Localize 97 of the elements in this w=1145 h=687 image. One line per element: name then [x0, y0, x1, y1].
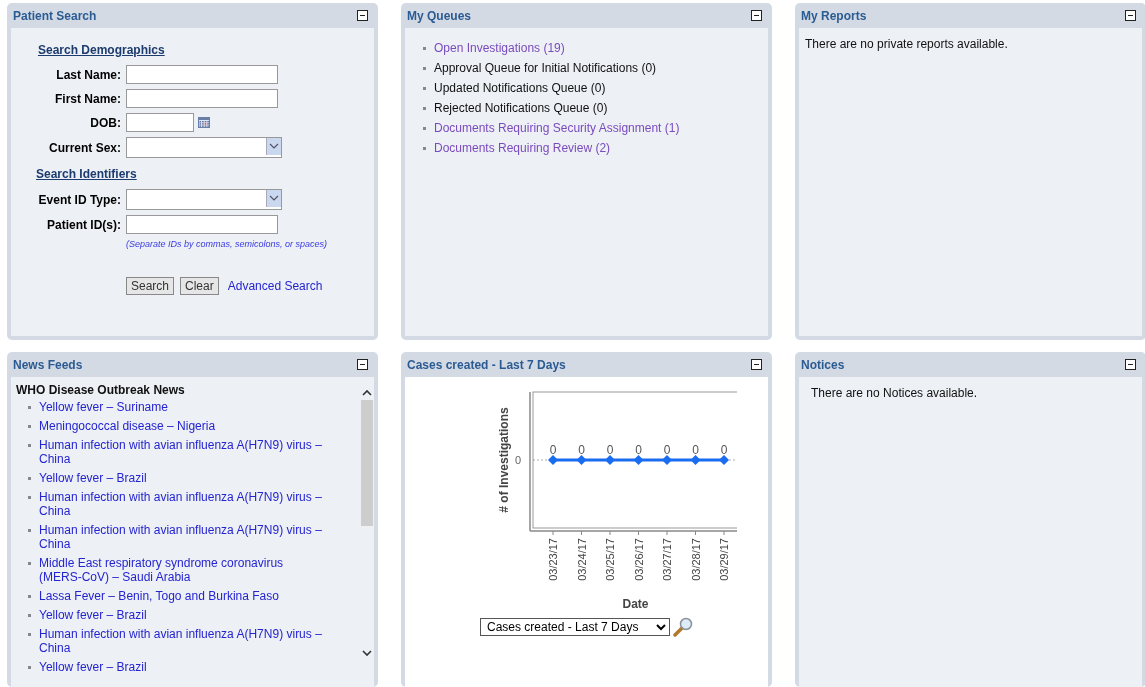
date-field[interactable]	[126, 113, 194, 132]
section-heading: Search Identifiers	[36, 167, 137, 181]
message-text: There are no Notices available.	[810, 385, 979, 400]
axis-label: 03/29/17	[717, 538, 730, 581]
news-link[interactable]: Human infection with avian influenza A(H7N9) virus – China	[39, 490, 328, 518]
queue-label: Approval Queue for Initial Notifications (0)	[434, 61, 657, 75]
search-icon[interactable]	[673, 617, 693, 637]
data-point	[576, 455, 586, 465]
axis-label: 03/23/17	[546, 538, 559, 581]
queue-label: Updated Notifications Queue (0)	[434, 81, 606, 95]
field-label: Event ID Type:	[37, 192, 122, 207]
feed-title: WHO Disease Outbreak News	[16, 383, 186, 397]
message-text: There are no private reports available.	[804, 36, 1009, 51]
bullet-icon	[423, 86, 426, 90]
bullet-icon	[423, 146, 426, 150]
data-label: 0	[634, 443, 642, 457]
bullet-icon	[28, 444, 31, 447]
bullet-icon	[28, 614, 31, 617]
panel-title: My Reports	[801, 8, 867, 23]
data-point	[604, 455, 615, 465]
panel-title: Cases created - Last 7 Days	[407, 357, 566, 372]
field-label: Last Name:	[55, 67, 122, 82]
axis-label: 03/26/17	[632, 538, 644, 581]
axis-title: # of Investigations	[496, 407, 511, 513]
bullet-icon	[28, 406, 31, 409]
bullet-icon	[423, 46, 426, 50]
bullet-icon	[28, 496, 31, 499]
bullet-icon	[423, 126, 426, 130]
field-label: Current Sex:	[47, 140, 122, 155]
panel-title: Notices	[801, 357, 845, 372]
scroll-down-icon	[362, 650, 372, 657]
minimize-icon[interactable]	[1125, 359, 1136, 370]
input-field[interactable]	[126, 65, 278, 84]
section-heading: Search Demographics	[38, 43, 165, 57]
panel-title: My Queues	[407, 8, 472, 23]
queue-label: Rejected Notifications Queue (0)	[434, 101, 608, 115]
bullet-icon	[28, 633, 31, 636]
scrollbar-thumb[interactable]	[361, 400, 373, 526]
minimize-icon[interactable]	[751, 359, 762, 370]
bullet-icon	[423, 66, 426, 70]
data-label: 0	[720, 443, 727, 457]
news-link[interactable]: Human infection with avian influenza A(H7N9) virus – China	[39, 523, 328, 551]
scroll-up-icon	[362, 389, 372, 396]
axis-label: 03/27/17	[660, 538, 673, 581]
news-link[interactable]: Human infection with avian influenza A(H7N9) virus – China	[39, 438, 328, 466]
input-field[interactable]	[126, 89, 278, 108]
minimize-icon[interactable]	[751, 10, 762, 21]
bullet-icon	[28, 666, 31, 669]
panel-title: News Feeds	[13, 357, 83, 372]
form-button[interactable]: Clear	[180, 277, 219, 295]
news-link[interactable]: Middle East respiratory syndrome coronavirus (MERS-CoV) – Saudi Arabia	[39, 556, 328, 584]
bullet-icon	[28, 529, 31, 532]
data-label: 0	[606, 443, 613, 457]
bullet-icon	[28, 477, 31, 480]
queue-link[interactable]: Open Investigations (19)	[434, 41, 565, 55]
tick-label: 0	[514, 454, 521, 466]
panel-title: Patient Search	[13, 8, 97, 23]
bullet-icon	[28, 562, 31, 565]
hint-text: (Separate IDs by commas, semicolons, or spaces)	[126, 239, 329, 249]
news-link[interactable]: Human infection with avian influenza A(H7N9) virus – China	[39, 627, 328, 655]
bullet-icon	[28, 595, 31, 598]
input-field[interactable]	[126, 215, 278, 234]
bullet-icon	[28, 425, 31, 428]
advanced-search-link[interactable]: Advanced Search	[227, 279, 323, 293]
axis-label: 03/28/17	[689, 538, 701, 581]
news-link[interactable]: Yellow fever – Brazil	[39, 608, 147, 622]
news-link[interactable]: Yellow fever – Brazil	[39, 660, 147, 674]
minimize-icon[interactable]	[357, 359, 368, 370]
data-point	[718, 455, 729, 465]
form-button[interactable]: Search	[126, 277, 175, 295]
news-link[interactable]: Yellow fever – Brazil	[39, 471, 147, 485]
data-label: 0	[691, 443, 699, 457]
axis-label: 03/25/17	[603, 538, 616, 581]
news-link[interactable]: Meningococcal disease – Nigeria	[39, 419, 216, 433]
data-point	[633, 455, 643, 465]
data-point	[690, 455, 700, 465]
news-link[interactable]: Yellow fever – Suriname	[39, 400, 168, 414]
bullet-icon	[423, 106, 426, 110]
field-label: DOB:	[89, 115, 122, 130]
chart-select[interactable]: Cases created - Last 7 Days	[480, 618, 670, 636]
data-point	[547, 455, 558, 465]
queue-link[interactable]: Documents Requiring Review (2)	[434, 141, 611, 155]
news-link[interactable]: Lassa Fever – Benin, Togo and Burkina Faso	[39, 589, 279, 603]
minimize-icon[interactable]	[357, 10, 368, 21]
data-label: 0	[577, 443, 585, 457]
dropdown-field[interactable]	[126, 189, 282, 210]
queue-link[interactable]: Documents Requiring Security Assignment (1)	[434, 121, 680, 135]
minimize-icon[interactable]	[1125, 10, 1136, 21]
axis-label: 03/24/17	[575, 538, 587, 581]
data-label: 0	[663, 443, 670, 457]
data-label: 0	[549, 443, 556, 457]
field-label: First Name:	[53, 91, 122, 106]
data-point	[661, 455, 672, 465]
field-label: Patient ID(s):	[46, 217, 122, 232]
axis-title: Date	[622, 597, 648, 611]
dropdown-field[interactable]	[126, 137, 282, 158]
calendar-icon	[198, 117, 210, 128]
